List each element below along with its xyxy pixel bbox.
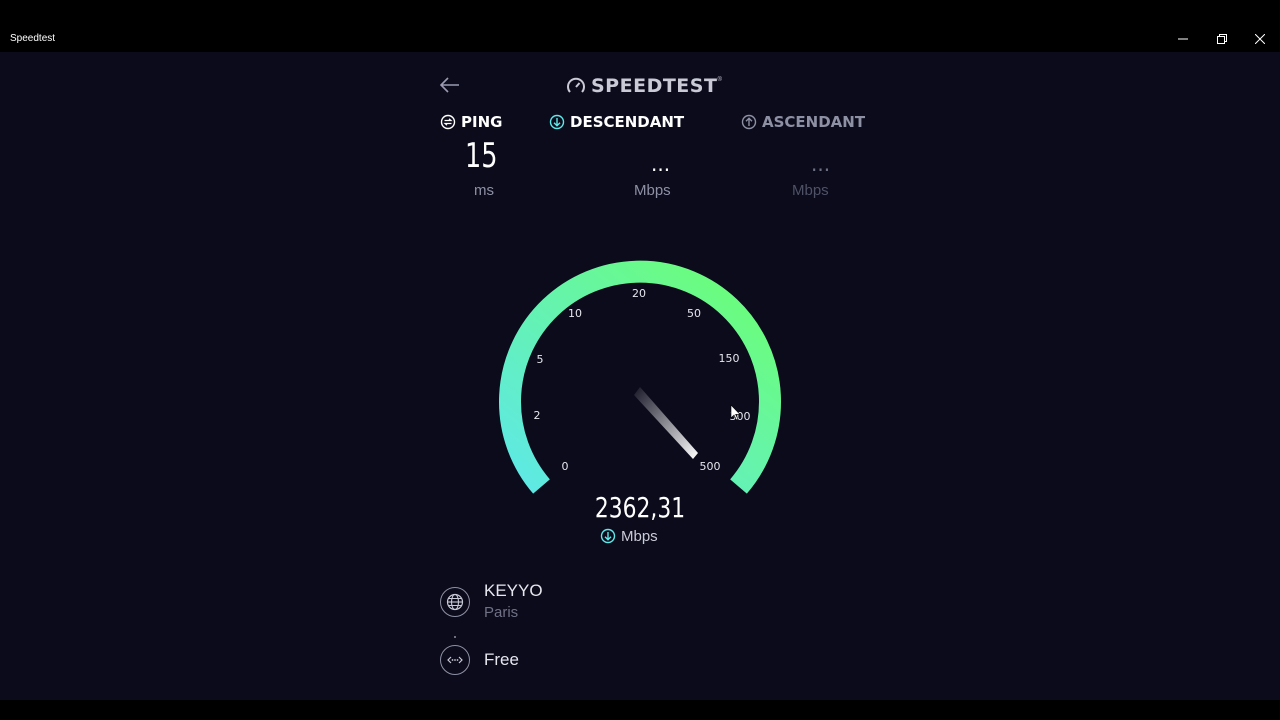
- download-label: DESCENDANT: [549, 112, 684, 132]
- close-button[interactable]: [1248, 30, 1272, 48]
- ping-label: PING: [440, 112, 502, 132]
- download-unit: Mbps: [634, 182, 671, 199]
- restore-icon: [1217, 34, 1227, 44]
- window-title: Speedtest: [10, 33, 56, 44]
- ping-icon: [440, 114, 456, 130]
- gauge-arc: [499, 260, 781, 494]
- upload-value: ...: [811, 152, 831, 176]
- tick-label-50: 50: [687, 307, 701, 320]
- close-icon: [1255, 34, 1265, 44]
- title-bar: Speedtest: [0, 0, 1280, 52]
- minimize-icon: [1178, 38, 1188, 40]
- logo-text: SPEEDTEST: [591, 75, 718, 97]
- logo-trademark: ®: [717, 77, 722, 83]
- tick-label-2: 2: [534, 409, 541, 422]
- tick-label-10: 10: [568, 307, 582, 320]
- server-city: Paris: [484, 604, 519, 621]
- current-speed: 2362,31: [594, 491, 686, 524]
- ping-value: 15: [465, 136, 498, 176]
- download-title: DESCENDANT: [570, 113, 685, 131]
- server-isp[interactable]: KEYYO: [484, 581, 543, 601]
- download-arrow-icon: [600, 528, 616, 544]
- provider-name: Free: [484, 650, 519, 669]
- back-button[interactable]: [437, 73, 463, 97]
- upload-title: ASCENDANT: [762, 113, 866, 131]
- globe-icon: [446, 593, 464, 611]
- restore-button[interactable]: [1210, 30, 1234, 48]
- tick-label-20: 20: [632, 287, 646, 300]
- tick-label-0: 0: [562, 460, 569, 473]
- back-arrow-icon: [439, 77, 459, 93]
- gauge-needle: [634, 387, 698, 459]
- speedometer-icon: [567, 77, 585, 93]
- tick-label-500: 500: [700, 460, 721, 473]
- upload-unit: Mbps: [792, 182, 829, 199]
- server-button[interactable]: [440, 587, 470, 617]
- download-value: ...: [651, 152, 671, 176]
- tick-label-5: 5: [537, 353, 544, 366]
- upload-arrow-icon: [741, 114, 757, 130]
- download-arrow-icon: [549, 114, 565, 130]
- upload-label: ASCENDANT: [741, 112, 865, 132]
- speedtest-logo: SPEEDTEST ®: [565, 74, 722, 98]
- tick-label-150: 150: [719, 352, 740, 365]
- connector-dot: [454, 636, 456, 638]
- provider-button[interactable]: [440, 645, 470, 675]
- connection-icon: [447, 656, 463, 664]
- current-speed-unit: Mbps: [600, 527, 658, 545]
- ping-title: PING: [461, 113, 503, 131]
- ping-unit: ms: [474, 182, 494, 199]
- speed-gauge: 0 2 5 10 20 50 150 300 500: [499, 260, 781, 494]
- minimize-button[interactable]: [1171, 30, 1195, 48]
- current-speed-unit-label: Mbps: [621, 527, 658, 545]
- bottom-bar: [0, 700, 1280, 720]
